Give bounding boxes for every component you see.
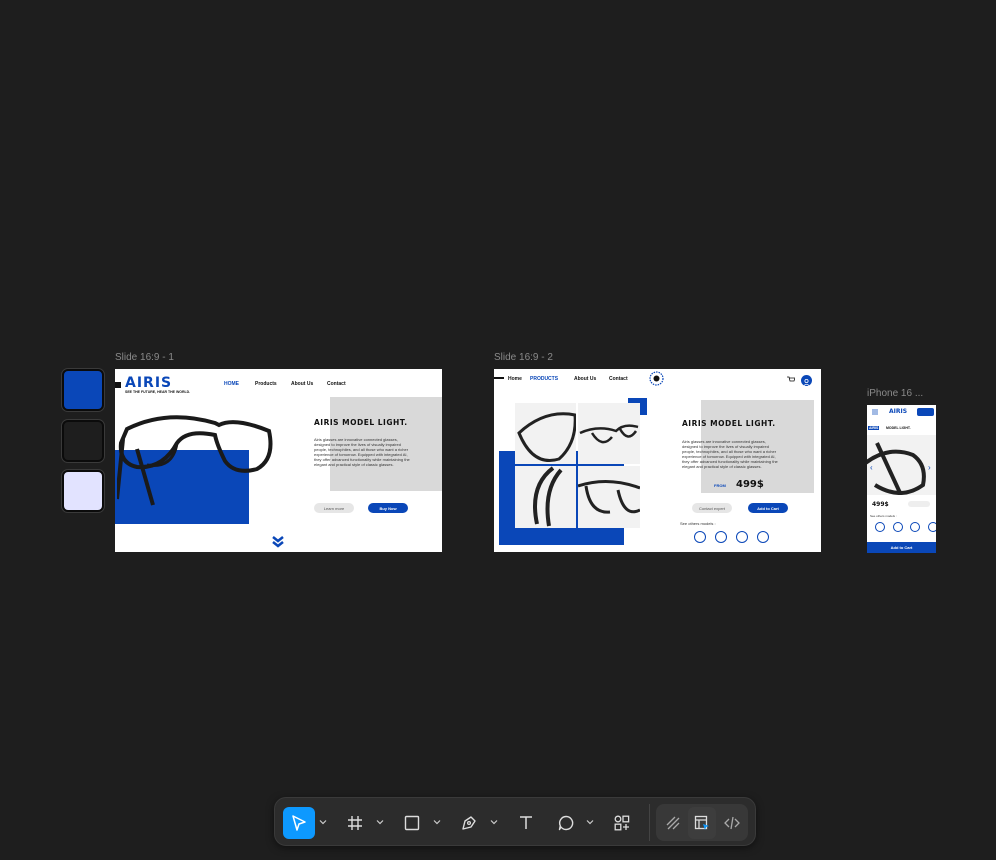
pen-tool-button[interactable] xyxy=(455,807,483,839)
iphone-logo: AIRIS xyxy=(889,408,908,415)
gallery-tile-2 xyxy=(578,403,640,464)
frame-slide2[interactable]: Home PRODUCTS About Us Contact AIRIS MOD… xyxy=(494,369,821,552)
menu-icon[interactable] xyxy=(872,409,878,415)
text-icon xyxy=(520,816,532,829)
from-label: FROM xyxy=(714,483,726,488)
nav-bar-mark xyxy=(494,377,504,379)
model-thumb-1[interactable] xyxy=(694,531,706,543)
actions-icon xyxy=(614,815,630,831)
buy-now-button[interactable]: Buy Now xyxy=(368,503,408,513)
slide1-tagline: SEE THE FUTURE, HEAR THE WORLD. xyxy=(125,390,191,394)
design-mode-button[interactable] xyxy=(688,807,716,839)
iphone-contact-pill[interactable] xyxy=(908,501,930,507)
frame-tool-button[interactable] xyxy=(341,807,369,839)
dev-mode-button[interactable] xyxy=(718,807,746,839)
cursor-icon xyxy=(292,815,306,831)
model-thumb-2[interactable] xyxy=(715,531,727,543)
eye-logo-icon xyxy=(649,371,664,386)
pen-icon xyxy=(462,816,476,830)
frame-icon xyxy=(348,816,362,830)
draw-mode-button[interactable] xyxy=(659,807,687,839)
code-icon xyxy=(724,816,740,830)
see-others-label: See others models : xyxy=(680,521,716,526)
add-to-cart-button[interactable]: Add to Cart xyxy=(748,503,788,513)
nav-home[interactable]: Home xyxy=(508,376,522,382)
slide2-price: 499$ xyxy=(736,479,764,490)
chevron-down-icon[interactable] xyxy=(490,818,498,826)
frame-slide1[interactable]: AIRIS SEE THE FUTURE, HEAR THE WORLD. HO… xyxy=(115,369,442,552)
iphone-add-to-cart[interactable]: Add to Cart xyxy=(867,542,936,553)
contact-expert-button[interactable]: Contact expert xyxy=(692,503,732,513)
color-swatch-dark[interactable] xyxy=(62,420,104,462)
iphone-model-thumb-4[interactable] xyxy=(928,522,936,532)
frame-label-iphone[interactable]: iPhone 16 ... xyxy=(867,388,923,399)
rectangle-icon xyxy=(404,815,420,831)
frame-label-slide1[interactable]: Slide 16:9 - 1 xyxy=(115,352,174,363)
scroll-down-icon[interactable] xyxy=(271,536,285,548)
nav-home[interactable]: HOME xyxy=(224,381,239,387)
chevron-down-icon[interactable] xyxy=(586,818,594,826)
color-swatch-lavender[interactable] xyxy=(62,470,104,512)
nav-products[interactable]: PRODUCTS xyxy=(530,376,558,382)
iphone-hero xyxy=(867,435,936,495)
design-mode-icon xyxy=(694,815,709,830)
model-thumb-3[interactable] xyxy=(736,531,748,543)
iphone-see-others: See others models : xyxy=(870,514,897,518)
draw-icon xyxy=(666,816,680,830)
gallery-tile-1 xyxy=(515,403,576,464)
iphone-heading: MODEL LIGHT. xyxy=(886,426,911,430)
slide2-description: Airis glasses are innovative connected g… xyxy=(682,439,778,469)
chevron-down-icon[interactable] xyxy=(433,818,441,826)
glasses-image xyxy=(117,415,273,506)
iphone-model-thumb-1[interactable] xyxy=(875,522,885,532)
frame-iphone[interactable]: AIRIS AIRIS MODEL LIGHT. ‹ › 499$ See ot… xyxy=(867,405,936,553)
learn-more-button[interactable]: Learn more xyxy=(314,503,354,513)
user-icon[interactable] xyxy=(801,375,812,386)
logo-bar xyxy=(115,382,121,388)
comment-icon xyxy=(558,815,574,831)
cart-icon[interactable] xyxy=(787,376,795,384)
gallery-tile-4 xyxy=(578,466,640,528)
prev-arrow-icon[interactable]: ‹ xyxy=(870,463,873,472)
gallery-tile-3 xyxy=(515,466,576,528)
iphone-model-thumb-2[interactable] xyxy=(893,522,903,532)
actions-tool-button[interactable] xyxy=(608,807,636,839)
nav-contact[interactable]: Contact xyxy=(609,376,628,382)
bottom-toolbar xyxy=(274,797,756,846)
chevron-down-icon[interactable] xyxy=(376,818,384,826)
model-thumb-4[interactable] xyxy=(757,531,769,543)
nav-about[interactable]: About Us xyxy=(574,376,596,382)
next-arrow-icon[interactable]: › xyxy=(928,463,931,472)
iphone-model-thumb-3[interactable] xyxy=(910,522,920,532)
slide1-heading: AIRIS MODEL LIGHT. xyxy=(314,418,408,427)
toolbar-divider xyxy=(649,804,650,841)
frame-label-slide2[interactable]: Slide 16:9 - 2 xyxy=(494,352,553,363)
slide1-logo: AIRIS xyxy=(125,375,173,391)
iphone-header-icons xyxy=(917,408,934,416)
slide2-heading: AIRIS MODEL LIGHT. xyxy=(682,419,776,428)
nav-about[interactable]: About Us xyxy=(291,381,313,387)
move-tool-button[interactable] xyxy=(283,807,315,839)
chevron-down-icon[interactable] xyxy=(319,818,327,826)
comment-tool-button[interactable] xyxy=(552,807,580,839)
iphone-tag: AIRIS xyxy=(868,426,880,430)
color-swatch-blue[interactable] xyxy=(62,369,104,411)
slide1-description: Airis glasses are innovative connected g… xyxy=(314,437,410,467)
text-tool-button[interactable] xyxy=(512,807,540,839)
shape-tool-button[interactable] xyxy=(398,807,426,839)
nav-contact[interactable]: Contact xyxy=(327,381,346,387)
iphone-price: 499$ xyxy=(872,501,889,508)
nav-products[interactable]: Products xyxy=(255,381,277,387)
